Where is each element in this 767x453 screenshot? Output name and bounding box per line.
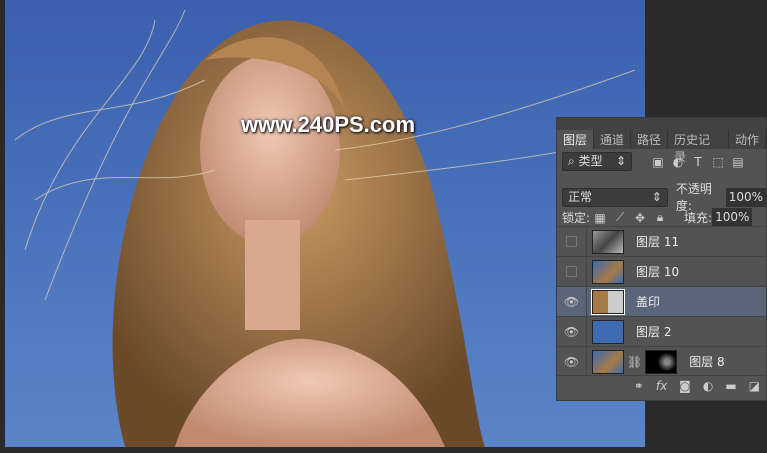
lock-transparency-icon[interactable]: ▦ [593, 211, 607, 225]
panel-titlebar[interactable] [557, 118, 766, 130]
opacity-input[interactable]: 100% [725, 187, 766, 207]
layers-panel: 图层 通道 路径 历史记录 动作 ⌕ 类型 ⇕ ▣ ◐ T ⬚ ▤ 正常 ⇕ 不透… [556, 117, 767, 401]
shape-filter-icon[interactable]: ⬚ [711, 155, 725, 169]
layer-row[interactable]: 👁︎ 图层 2 [557, 316, 766, 347]
layer-name[interactable]: 图层 10 [636, 263, 679, 280]
link-icon[interactable]: ⚭ [634, 379, 644, 393]
tab-history[interactable]: 历史记录 [668, 130, 729, 164]
visibility-toggle[interactable]: 👁︎ [557, 316, 587, 347]
tab-layers[interactable]: 图层 [557, 130, 594, 149]
tab-paths[interactable]: 路径 [631, 130, 668, 149]
photo-woman-hair [5, 0, 645, 447]
adjustment-filter-icon[interactable]: ◐ [671, 155, 685, 169]
new-layer-icon[interactable]: ◪ [749, 379, 760, 393]
lock-position-move-icon[interactable]: ✥ [633, 211, 647, 225]
hidden-checkbox-icon [566, 236, 577, 247]
folder-icon[interactable]: ▬ [725, 379, 736, 393]
fx-icon[interactable]: fx [656, 379, 667, 393]
visibility-toggle[interactable]: 👁︎ [557, 346, 587, 377]
mask-link-icon[interactable]: ⛓ [627, 355, 642, 369]
filter-kind-label: 类型 [578, 154, 603, 168]
layer-thumbnail [592, 319, 624, 344]
tab-channels[interactable]: 通道 [594, 130, 631, 149]
layer-name[interactable]: 图层 8 [689, 353, 724, 370]
eye-icon: 👁︎ [563, 294, 580, 309]
layer-thumbnail [591, 288, 625, 315]
eye-icon: 👁︎ [563, 324, 580, 339]
type-filter-icon[interactable]: T [691, 155, 705, 169]
layer-thumbnail [592, 259, 624, 284]
layer-row[interactable]: 图层 11 [557, 226, 766, 257]
layer-name[interactable]: 图层 2 [636, 323, 671, 340]
watermark-text: www.240PS.com [241, 112, 416, 137]
layer-row-selected[interactable]: 👁︎ 盖印 [557, 286, 766, 317]
blend-mode-select[interactable]: 正常 ⇕ [562, 187, 668, 207]
visibility-toggle[interactable]: 👁︎ [557, 286, 587, 317]
adjustment-icon[interactable]: ◐ [703, 379, 713, 393]
image-filter-icon[interactable]: ▣ [651, 155, 665, 169]
layer-name[interactable]: 图层 11 [636, 233, 679, 250]
layer-mask-thumbnail[interactable] [645, 349, 678, 374]
hidden-checkbox-icon [566, 266, 577, 277]
eye-icon: 👁︎ [563, 354, 580, 369]
filter-kind-select[interactable]: ⌕ 类型 ⇕ [562, 152, 632, 171]
mask-icon[interactable]: ◙ [679, 379, 691, 393]
layer-thumbnail [592, 229, 624, 254]
search-icon: ⌕ [568, 154, 579, 168]
chevron-updown-icon: ⇕ [651, 189, 662, 204]
visibility-toggle[interactable] [557, 256, 587, 287]
document-canvas[interactable]: www.240PS.com [5, 0, 645, 447]
panel-tabs: 图层 通道 路径 历史记录 动作 [557, 130, 766, 164]
blend-mode-value: 正常 [568, 189, 593, 204]
layer-thumbnail [592, 349, 624, 374]
layer-name[interactable]: 盖印 [636, 293, 660, 310]
lock-label: 锁定: [562, 211, 591, 225]
fill-input[interactable]: 100% [712, 208, 753, 227]
visibility-toggle[interactable] [557, 226, 587, 257]
lock-all-icon[interactable]: 🔒︎ [653, 210, 667, 225]
layer-row[interactable]: 图层 10 [557, 256, 766, 287]
fill-label: 填充: [684, 211, 713, 225]
tab-actions[interactable]: 动作 [729, 130, 766, 149]
layer-row[interactable]: 👁︎ ⛓ 图层 8 [557, 346, 766, 377]
panel-footer: ⚭ fx ◙ ◐ ▬ ◪ [557, 375, 766, 395]
chevron-updown-icon: ⇕ [615, 154, 626, 168]
smart-object-filter-icon[interactable]: ▤ [731, 155, 745, 169]
lock-pixels-brush-icon[interactable]: ⟋ [613, 210, 627, 225]
